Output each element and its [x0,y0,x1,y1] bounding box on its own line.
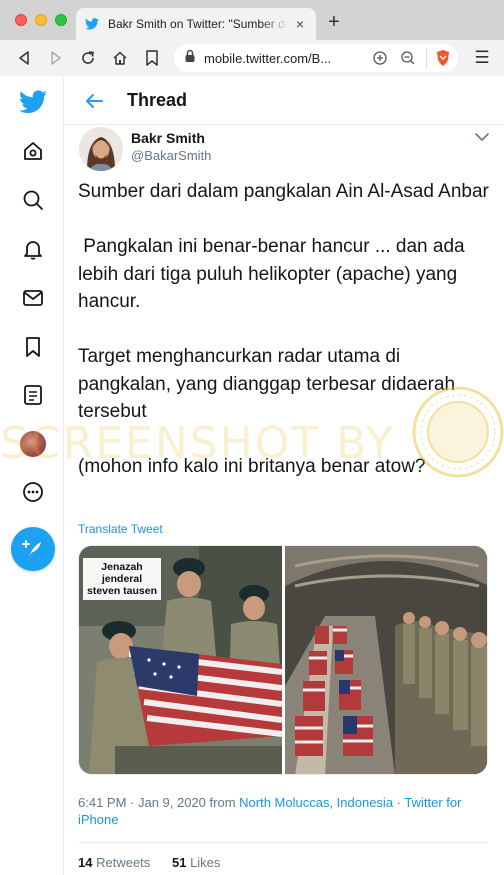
forward-button[interactable] [46,48,66,68]
likes-label: Likes [190,855,221,870]
reload-button[interactable] [78,48,98,68]
bookmark-button[interactable] [142,48,162,68]
browser-chrome: Bakr Smith on Twitter: "Sumber dari dala… [0,0,504,76]
tweet-media[interactable]: Jenazah jenderal steven tausen [78,545,488,775]
back-button[interactable] [14,48,34,68]
browser-toolbar: mobile.twitter.com/B... ☰ [0,40,504,76]
feather-plus-icon [22,540,41,557]
notifications-bell-icon[interactable] [20,236,46,262]
tab-close-button[interactable]: × [292,16,308,32]
media-photo-right[interactable] [285,546,487,774]
more-options-icon[interactable] [20,479,46,505]
page-title: Thread [127,90,188,110]
tweet-text: Sumber dari dalam pangkalan Ain Al-Asad … [78,181,489,477]
thread-header: Thread [64,77,504,125]
tweet-stats: 14 Retweets 51 Likes [78,855,220,870]
retweets-count: 14 [78,855,93,870]
thread-column: Thread Bakr Smith @BakarSmith Sumber dar… [64,77,504,875]
author-avatar[interactable] [79,127,123,171]
browser-menu-button[interactable]: ☰ [472,48,492,68]
explore-search-icon[interactable] [20,187,46,213]
back-arrow-icon[interactable] [82,89,106,113]
lists-icon[interactable] [20,382,46,408]
reload-icon [82,51,94,64]
lock-icon [184,49,196,68]
home-button[interactable] [110,48,130,68]
meta-separator: · [393,795,405,810]
photo-aircraft-coffins-image [285,546,487,774]
twitter-logo-icon[interactable] [18,87,48,117]
media-photo-left[interactable]: Jenazah jenderal steven tausen [79,546,282,774]
back-triangle-icon [19,51,29,65]
zoom-out-icon[interactable] [398,48,418,68]
divider [78,842,488,843]
tweet-timestamp[interactable]: 6:41 PM · Jan 9, 2020 from [78,795,239,810]
tab-bar: Bakr Smith on Twitter: "Sumber dari dala… [0,0,504,40]
retweets-stat[interactable]: 14 Retweets [78,855,150,870]
tweet-location-link[interactable]: North Moluccas, Indonesia [239,795,393,810]
bookmarks-icon[interactable] [20,334,46,360]
author-name[interactable]: Bakr Smith [131,130,205,146]
compose-tweet-button[interactable] [11,527,55,571]
author-handle[interactable]: @BakarSmith [131,148,211,163]
browser-tab[interactable]: Bakr Smith on Twitter: "Sumber dari dala… [76,8,316,40]
sidebar-nav [0,77,64,875]
tweet-meta: 6:41 PM · Jan 9, 2020 from North Molucca… [78,794,488,828]
url-text: mobile.twitter.com/B... [204,50,332,66]
chevron-down-icon[interactable] [472,127,492,147]
zoom-window-button[interactable] [55,14,67,26]
bookmark-icon [146,50,158,66]
likes-stat[interactable]: 51 Likes [172,855,220,870]
new-tab-button[interactable]: + [324,12,344,32]
address-bar[interactable]: mobile.twitter.com/B... [174,44,458,72]
close-window-button[interactable] [15,14,27,26]
minimize-window-button[interactable] [35,14,47,26]
house-icon [113,51,127,65]
profile-avatar[interactable] [20,431,46,457]
likes-count: 51 [171,855,187,870]
messages-envelope-icon[interactable] [20,285,46,311]
tab-title: Bakr Smith on Twitter: "Sumber dari dala… [108,17,288,31]
forward-triangle-icon [51,51,61,65]
retweets-label: Retweets [96,855,151,870]
zoom-in-icon[interactable] [370,48,390,68]
media-caption: Jenazah jenderal steven tausen [83,558,161,600]
home-nav-icon[interactable] [20,138,46,164]
translate-tweet-link[interactable]: Translate Tweet [78,522,163,536]
brave-shield-icon[interactable] [426,48,452,68]
twitter-favicon-icon [84,16,100,32]
